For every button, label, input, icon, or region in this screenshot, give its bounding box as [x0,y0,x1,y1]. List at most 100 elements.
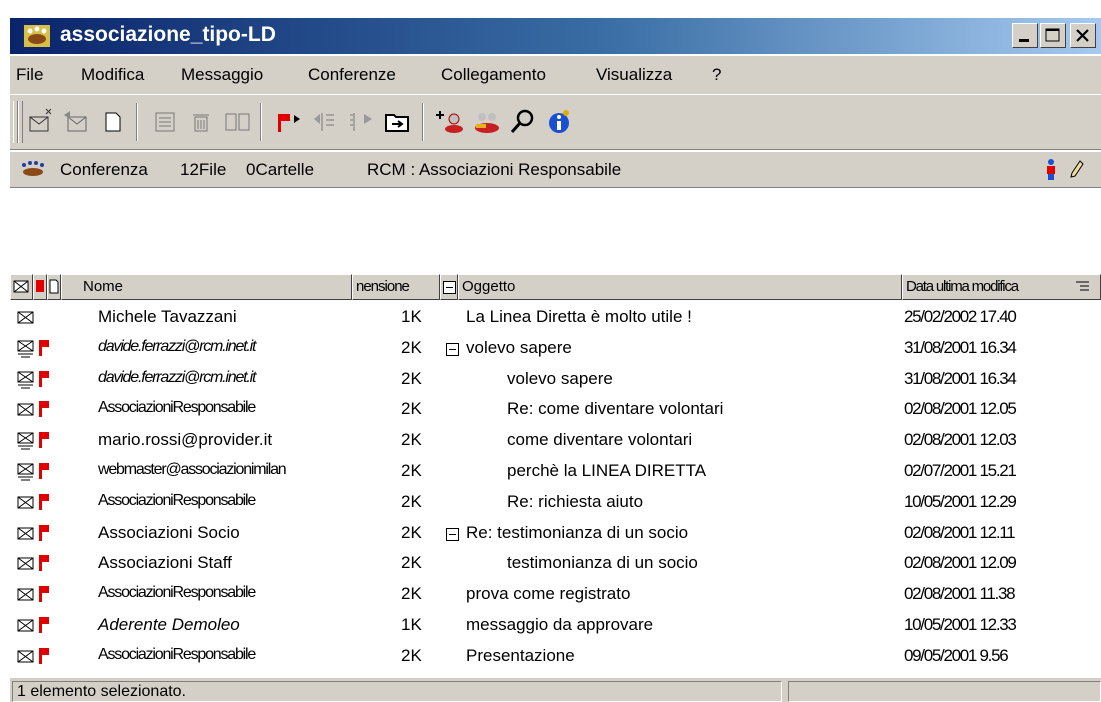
envelope-icon [17,311,34,324]
menu-visualizza[interactable]: Visualizza [596,65,672,85]
previous-thread-button[interactable] [308,105,342,139]
menu-help[interactable]: ? [712,65,721,85]
conference-icon [22,161,44,176]
conference-files: 12File [180,160,227,179]
row-subject: prova come registrato [466,584,631,604]
menu-file[interactable]: File [16,65,43,85]
add-user-button[interactable] [434,105,468,139]
toolbar-separator [422,103,424,141]
row-sender: mario.rossi@provider.it [98,430,273,450]
flag-icon[interactable] [38,647,50,667]
reply-button[interactable] [60,105,94,139]
column-size[interactable]: nensione [352,274,440,300]
row-date: 10/05/2001 12.29 [904,491,1017,511]
column-thread[interactable] [440,274,458,300]
menu-modifica[interactable]: Modifica [81,65,144,85]
maximize-button[interactable] [1040,23,1066,48]
table-row[interactable]: davide.ferrazzi@rcm.inet.it 2K volevo sape… [10,365,1101,395]
flag-icon[interactable] [38,339,50,359]
delete-button[interactable] [184,105,218,139]
menu-conferenze[interactable]: Conferenze [308,65,396,85]
row-date: 02/08/2001 12.05 [904,399,1017,419]
table-row[interactable]: AssociazioniResponsabile 2K Re: come diven… [10,395,1101,425]
toolbar-separator [260,103,262,141]
row-subject: volevo sapere [466,337,572,357]
flag-icon[interactable] [38,462,50,482]
row-size: 2K [401,491,422,511]
column-date[interactable]: Data ultima modifica [902,274,1101,300]
row-size: 2K [401,430,422,450]
envelope-stack-icon [17,463,34,481]
close-button[interactable] [1070,23,1096,48]
flag-icon[interactable] [38,524,50,544]
envelope-icon [13,280,29,293]
message-preview-pane[interactable] [10,188,1101,274]
minimize-icon [1019,39,1029,42]
row-subject: messaggio da approvare [466,615,654,634]
minimize-button[interactable] [1012,23,1038,48]
title-bar[interactable]: associazione_tipo-LD [10,18,1101,54]
row-subject: testimonianza di un socio [507,553,698,573]
row-sender: AssociazioniResponsabile [98,399,256,417]
table-row[interactable]: Aderente Demoleo 1K messaggio da approvare… [10,611,1101,641]
row-date: 25/02/2002 17.40 [904,307,1017,326]
row-sender: webmaster@associazionimilan [98,461,287,478]
user-status-icon[interactable] [1045,159,1057,181]
flag-icon[interactable] [38,585,50,605]
new-message-button[interactable] [24,105,58,139]
column-attachment[interactable] [47,274,61,300]
flag-icon[interactable] [38,554,50,574]
row-subject: Re: richiesta aiuto [507,491,644,511]
column-flag[interactable] [33,274,47,300]
row-sender: Michele Tavazzani [98,307,237,326]
table-row[interactable]: Associazioni Staff 2K testimonianza di un … [10,549,1101,579]
pencil-icon[interactable] [1070,160,1084,178]
collapse-thread-icon[interactable] [446,527,459,541]
envelope-icon [17,588,34,601]
menu-collegamento[interactable]: Collegamento [441,65,546,85]
menu-messaggio[interactable]: Messaggio [181,65,263,85]
search-button[interactable] [506,105,540,139]
folder-button[interactable] [380,105,414,139]
row-sender: AssociazioniResponsabile [98,491,256,509]
print-button[interactable] [148,105,182,139]
flag-icon[interactable] [38,431,50,451]
table-row[interactable]: AssociazioniResponsabile 2K Presentazione 0… [10,642,1101,672]
table-row[interactable]: mario.rossi@provider.it 2K come diventare … [10,426,1101,456]
toolbar-grip[interactable] [18,101,23,143]
flag-icon[interactable] [38,616,50,636]
new-document-button[interactable] [96,105,130,139]
column-read-status[interactable] [10,274,33,300]
table-row[interactable]: AssociazioniResponsabile 2K Re: richiesta … [10,488,1101,518]
envelope-icon [17,527,34,540]
flag-next-button[interactable] [272,105,306,139]
trash-icon [193,114,209,132]
table-row[interactable]: Michele Tavazzani 1K La Linea Diretta è mo… [10,303,1101,333]
row-date: 02/07/2001 15.21 [904,461,1017,480]
column-name[interactable]: Nome [61,274,352,300]
next-thread-button[interactable] [344,105,378,139]
flag-icon[interactable] [38,493,50,513]
status-panel [788,681,1101,702]
collapse-thread-icon[interactable] [446,342,459,356]
row-subject: Re: testimonianza di un socio [466,522,689,542]
toolbar [10,94,1101,150]
table-row[interactable]: davide.ferrazzi@rcm.inet.it 2K volevo sape… [10,334,1101,364]
print-icon [155,112,175,132]
info-button[interactable] [542,105,576,139]
row-sender: AssociazioniResponsabile [98,645,256,663]
table-row[interactable]: webmaster@associazionimilan 2K perchè la L… [10,457,1101,487]
row-date: 02/08/2001 12.11 [904,522,1016,542]
flag-arrow-icon [278,114,300,132]
flag-icon[interactable] [38,400,50,420]
flag-icon[interactable] [38,370,50,390]
move-button[interactable] [220,105,254,139]
column-chooser-icon[interactable] [1075,280,1091,294]
users-button[interactable] [470,105,504,139]
table-row[interactable]: Associazioni Socio 2K Re: testimonianza di… [10,519,1101,549]
column-subject[interactable]: Oggetto [458,274,902,300]
status-text: 1 elemento selezionato. [12,681,782,702]
table-row[interactable]: AssociazioniResponsabile 2K prova come reg… [10,580,1101,610]
toolbar-separator [136,103,138,141]
conference-path: RCM : Associazioni Responsabile [367,160,622,179]
